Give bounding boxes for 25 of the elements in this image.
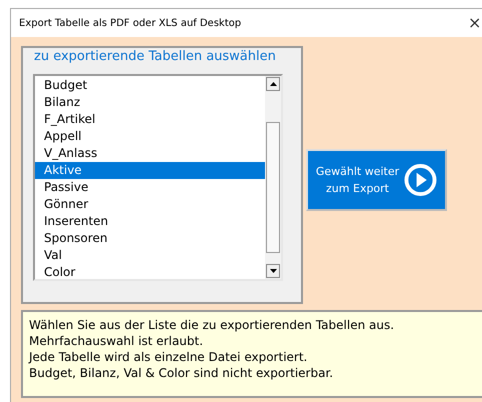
list-item[interactable]: Sponsoren xyxy=(35,230,265,247)
list-item[interactable]: Gönner xyxy=(35,196,265,213)
window-title: Export Tabelle als PDF oder XLS auf Desktop xyxy=(19,18,242,28)
export-button[interactable]: Gewählt weiter zum Export xyxy=(306,149,447,211)
list-item[interactable]: Appell xyxy=(35,128,265,145)
info-text: Jede Tabelle wird als einzelne Datei exportiert. xyxy=(29,349,308,365)
scroll-down-icon[interactable] xyxy=(266,264,280,278)
list-item[interactable]: Inserenten xyxy=(35,213,265,230)
list-item[interactable]: Aktive xyxy=(35,162,265,179)
list-item[interactable]: Color xyxy=(35,264,265,281)
list-item[interactable]: Bilanz xyxy=(35,94,265,111)
info-text: Budget, Bilanz, Val & Color sind nicht exportierbar. xyxy=(29,365,334,381)
table-listbox[interactable]: Budget Bilanz F_Artikel Appell V_Anlass Aktive Passive Gönner Inserenten Sponsoren Val Color xyxy=(33,74,283,281)
play-icon xyxy=(404,163,437,197)
list-item[interactable]: V_Anlass xyxy=(35,145,265,162)
list-item[interactable]: Passive xyxy=(35,179,265,196)
frame-title: zu exportierende Tabellen auswählen xyxy=(33,48,277,66)
list-item[interactable]: Budget xyxy=(35,77,265,94)
info-text: Wählen Sie aus der Liste die zu exportierenden Tabellen aus. xyxy=(29,317,396,333)
scrollbar-thumb[interactable] xyxy=(266,122,280,253)
scroll-up-icon[interactable] xyxy=(266,77,280,91)
list-item[interactable]: F_Artikel xyxy=(35,111,265,128)
info-text: Mehrfachauswahl ist erlaubt. xyxy=(29,333,204,349)
list-item[interactable]: Val xyxy=(35,247,265,264)
close-button[interactable]: × xyxy=(468,15,482,31)
